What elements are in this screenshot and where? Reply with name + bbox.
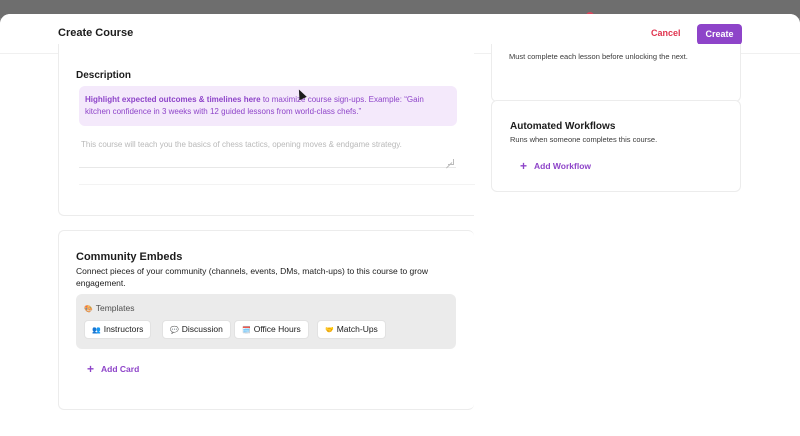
plus-icon: + [520,159,528,173]
divider [79,184,475,185]
community-embeds-section: Community Embeds Connect pieces of your … [58,230,474,410]
hint-highlight: Highlight expected outcomes & timelines … [85,95,261,104]
template-chip-discussion[interactable]: 💬 Discussion [162,320,231,339]
templates-panel: 🎨 Templates 👥 Instructors 💬 Discussion 🗓️ Of… [76,294,456,349]
handshake-icon: 🤝 [325,327,334,334]
modal-title: Create Course [58,27,134,39]
create-button[interactable]: Create [697,24,742,45]
cancel-button[interactable]: Cancel [651,28,681,38]
workflows-title: Automated Workflows [510,121,616,132]
resize-handle-icon[interactable] [448,159,454,165]
workflows-subtitle: Runs when someone completes this course. [510,135,658,144]
chip-label: Match-Ups [336,324,378,334]
chip-label: Office Hours [253,324,301,334]
community-embeds-title: Community Embeds [76,251,183,263]
description-textarea[interactable]: This course will teach you the basics of… [79,132,456,168]
speech-bubble-icon: 💬 [170,327,179,334]
calendar-icon: 🗓️ [242,327,251,334]
chip-label: Instructors [103,324,144,334]
add-card-button[interactable]: + Add Card [87,361,140,376]
template-chip-match-ups[interactable]: 🤝 Match-Ups [317,320,386,339]
template-chip-office-hours[interactable]: 🗓️ Office Hours [234,320,309,339]
description-section: Description Highlight expected outcomes … [58,44,475,216]
add-workflow-button[interactable]: + Add Workflow [520,158,591,173]
template-chip-instructors[interactable]: 👥 Instructors [84,320,152,339]
automated-workflows-section: Automated Workflows Runs when someone co… [491,100,741,192]
lesson-order-section: Must complete each lesson before unlocki… [491,44,741,102]
community-embeds-description: Connect pieces of your community (channe… [76,266,428,288]
description-placeholder: This course will teach you the basics of… [81,140,402,149]
description-hint: Highlight expected outcomes & timelines … [79,86,457,126]
add-card-label: Add Card [101,364,140,374]
plus-icon: + [87,362,95,376]
description-title: Description [76,70,132,81]
palette-icon: 🎨 [84,306,93,313]
chip-label: Discussion [181,324,223,334]
templates-label-text: Templates [95,303,135,313]
people-icon: 👥 [92,327,101,334]
lesson-order-note: Must complete each lesson before unlocki… [509,52,688,61]
templates-label: 🎨 Templates [84,303,134,313]
add-workflow-label: Add Workflow [534,161,591,171]
create-course-modal: Create Course Cancel Create Description … [0,14,800,436]
